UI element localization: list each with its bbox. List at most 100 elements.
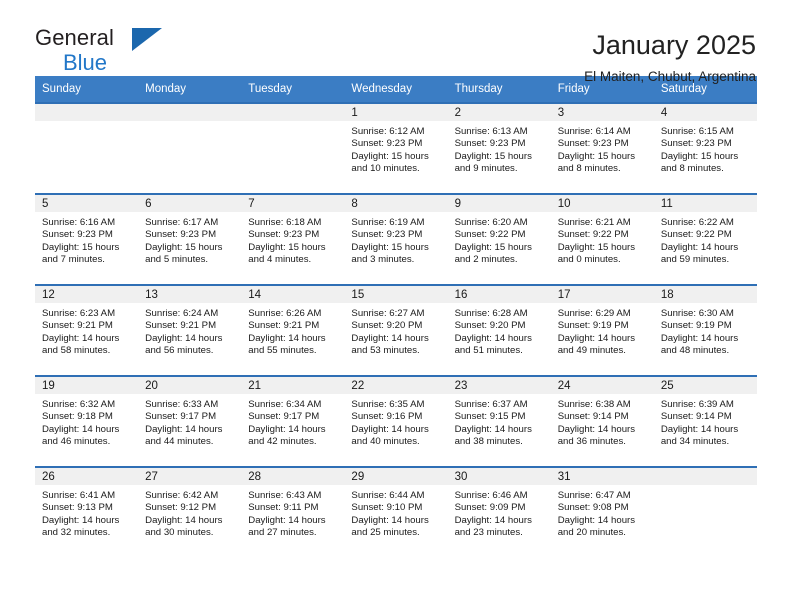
day-cell[interactable]: 5 Sunrise: 6:16 AM Sunset: 9:23 PM Daylight… — [35, 195, 139, 284]
sunset-text: Sunset: 9:19 PM — [660, 320, 732, 332]
day-number: 17 — [550, 286, 654, 303]
week-row: 26 Sunrise: 6:41 AM Sunset: 9:13 PM Dayligh… — [35, 466, 757, 557]
day-cell[interactable]: 8 Sunrise: 6:19 AM Sunset: 9:23 PM Daylight… — [344, 195, 448, 284]
daylight-text-line1: Daylight: 14 hours — [145, 423, 223, 435]
day-cell[interactable]: 28 Sunrise: 6:43 AM Sunset: 9:11 PM Dayligh… — [241, 468, 345, 557]
sunrise-text: Sunrise: 6:18 AM — [248, 217, 322, 228]
sunrise-text: Sunrise: 6:32 AM — [42, 399, 116, 410]
day-details: Sunrise: 6:14 AM Sunset: 9:23 PM Daylight:… — [551, 121, 654, 175]
sunset-text: Sunset: 9:23 PM — [248, 229, 320, 241]
weekday-header-monday: Monday — [145, 83, 187, 95]
day-cell[interactable]: 27 Sunrise: 6:42 AM Sunset: 9:12 PM Dayligh… — [138, 468, 242, 557]
daylight-text-line2: and 7 minutes. — [42, 253, 105, 265]
daylight-text-line2: and 55 minutes. — [248, 344, 317, 356]
day-cell[interactable]: 21 Sunrise: 6:34 AM Sunset: 9:17 PM Dayligh… — [241, 377, 345, 466]
day-details: Sunrise: 6:22 AM Sunset: 9:22 PM Daylight:… — [654, 212, 757, 266]
day-cell[interactable]: 14 Sunrise: 6:26 AM Sunset: 9:21 PM Dayligh… — [241, 286, 345, 375]
day-cell[interactable]: 29 Sunrise: 6:44 AM Sunset: 9:10 PM Dayligh… — [344, 468, 448, 557]
day-cell[interactable]: 10 Sunrise: 6:21 AM Sunset: 9:22 PM Dayligh… — [550, 195, 654, 284]
day-cell[interactable]: 30 Sunrise: 6:46 AM Sunset: 9:09 PM Dayligh… — [447, 468, 551, 557]
day-cell[interactable]: 25 Sunrise: 6:39 AM Sunset: 9:14 PM Dayligh… — [653, 377, 757, 466]
daylight-text-line1: Daylight: 15 hours — [42, 241, 120, 253]
weekday-header-friday: Friday — [557, 83, 590, 95]
daylight-text-line1: Daylight: 14 hours — [557, 332, 636, 344]
sunset-text: Sunset: 9:08 PM — [557, 502, 629, 514]
day-cell[interactable]: 11 Sunrise: 6:22 AM Sunset: 9:22 PM Dayligh… — [653, 195, 757, 284]
day-cell[interactable]: 16 Sunrise: 6:28 AM Sunset: 9:20 PM Dayligh… — [447, 286, 551, 375]
day-cell[interactable]: 23 Sunrise: 6:37 AM Sunset: 9:15 PM Dayligh… — [447, 377, 551, 466]
day-number: 4 — [653, 104, 757, 121]
daylight-text-line1: Daylight: 15 hours — [248, 241, 326, 253]
day-details: Sunrise: 6:38 AM Sunset: 9:14 PM Daylight:… — [551, 394, 654, 448]
daylight-text-line1: Daylight: 14 hours — [557, 423, 636, 435]
day-cell[interactable]: 24 Sunrise: 6:38 AM Sunset: 9:14 PM Dayligh… — [550, 377, 654, 466]
day-cell[interactable]: 2 Sunrise: 6:13 AM Sunset: 9:23 PM Daylight… — [447, 104, 551, 193]
day-number: 29 — [344, 468, 448, 485]
sunset-text: Sunset: 9:19 PM — [557, 320, 629, 332]
daylight-text-line1: Daylight: 14 hours — [351, 332, 429, 344]
day-cell[interactable]: 31 Sunrise: 6:47 AM Sunset: 9:08 PM Dayligh… — [550, 468, 654, 557]
day-cell[interactable]: 1 Sunrise: 6:12 AM Sunset: 9:23 PM Daylight… — [344, 104, 448, 193]
day-cell[interactable]: 9 Sunrise: 6:20 AM Sunset: 9:22 PM Daylight… — [447, 195, 551, 284]
sunset-text: Sunset: 9:21 PM — [42, 320, 113, 332]
day-details: Sunrise: 6:12 AM Sunset: 9:23 PM Daylight:… — [344, 121, 447, 175]
day-number: 10 — [550, 195, 654, 212]
daylight-text-line1: Daylight: 15 hours — [454, 241, 532, 253]
day-details: Sunrise: 6:35 AM Sunset: 9:16 PM Daylight:… — [344, 394, 447, 448]
day-cell[interactable]: 26 Sunrise: 6:41 AM Sunset: 9:13 PM Dayligh… — [35, 468, 139, 557]
day-details: Sunrise: 6:29 AM Sunset: 9:19 PM Daylight:… — [551, 303, 654, 357]
day-cell[interactable]: 19 Sunrise: 6:32 AM Sunset: 9:18 PM Dayligh… — [35, 377, 139, 466]
sunset-text: Sunset: 9:16 PM — [351, 411, 423, 423]
day-cell[interactable]: 15 Sunrise: 6:27 AM Sunset: 9:20 PM Dayligh… — [344, 286, 448, 375]
daylight-text-line1: Daylight: 14 hours — [351, 514, 429, 526]
sunrise-text: Sunrise: 6:30 AM — [660, 308, 734, 319]
daylight-text-line2: and 20 minutes. — [557, 526, 626, 538]
daylight-text-line1: Daylight: 14 hours — [42, 423, 120, 435]
day-number: 9 — [447, 195, 551, 212]
day-cell[interactable]: 20 Sunrise: 6:33 AM Sunset: 9:17 PM Dayligh… — [138, 377, 242, 466]
daylight-text-line2: and 38 minutes. — [454, 435, 523, 447]
day-number: 30 — [447, 468, 551, 485]
day-details: Sunrise: 6:18 AM Sunset: 9:23 PM Daylight:… — [241, 212, 344, 266]
sunset-text: Sunset: 9:23 PM — [660, 138, 732, 150]
sunset-text: Sunset: 9:23 PM — [454, 138, 526, 150]
day-details: Sunrise: 6:23 AM Sunset: 9:21 PM Daylight:… — [35, 303, 138, 357]
day-number: 11 — [653, 195, 757, 212]
sunset-text: Sunset: 9:23 PM — [351, 138, 423, 150]
day-number: 28 — [241, 468, 345, 485]
day-details: Sunrise: 6:26 AM Sunset: 9:21 PM Daylight:… — [241, 303, 344, 357]
daylight-text-line2: and 30 minutes. — [145, 526, 214, 538]
daylight-text-line1: Daylight: 14 hours — [557, 514, 636, 526]
day-details: Sunrise: 6:16 AM Sunset: 9:23 PM Daylight:… — [35, 212, 138, 266]
calendar-grid: Sunday Monday Tuesday Wednesday Thursday… — [35, 76, 757, 557]
sunrise-text: Sunrise: 6:44 AM — [351, 490, 425, 501]
sunrise-text: Sunrise: 6:28 AM — [454, 308, 528, 319]
day-cell[interactable]: 18 Sunrise: 6:30 AM Sunset: 9:19 PM Dayligh… — [653, 286, 757, 375]
daylight-text-line1: Daylight: 14 hours — [660, 241, 739, 253]
day-cell[interactable]: 13 Sunrise: 6:24 AM Sunset: 9:21 PM Dayligh… — [138, 286, 242, 375]
day-details: Sunrise: 6:28 AM Sunset: 9:20 PM Daylight:… — [448, 303, 551, 357]
daylight-text-line1: Daylight: 15 hours — [557, 241, 636, 253]
day-number: 14 — [241, 286, 345, 303]
day-cell[interactable]: 3 Sunrise: 6:14 AM Sunset: 9:23 PM Daylight… — [550, 104, 654, 193]
triangle-icon — [132, 28, 162, 51]
day-details: Sunrise: 6:27 AM Sunset: 9:20 PM Daylight:… — [344, 303, 447, 357]
day-number: 13 — [138, 286, 242, 303]
daylight-text-line1: Daylight: 15 hours — [145, 241, 223, 253]
sunrise-text: Sunrise: 6:41 AM — [42, 490, 116, 501]
day-cell[interactable]: 7 Sunrise: 6:18 AM Sunset: 9:23 PM Daylight… — [241, 195, 345, 284]
day-cell[interactable]: 6 Sunrise: 6:17 AM Sunset: 9:23 PM Daylight… — [138, 195, 242, 284]
day-cell[interactable]: 22 Sunrise: 6:35 AM Sunset: 9:16 PM Dayligh… — [344, 377, 448, 466]
brand-logo[interactable]: General Blue — [35, 27, 165, 75]
daylight-text-line1: Daylight: 15 hours — [660, 150, 739, 162]
sunset-text: Sunset: 9:15 PM — [454, 411, 526, 423]
daylight-text-line1: Daylight: 14 hours — [454, 332, 532, 344]
day-number: 23 — [447, 377, 551, 394]
day-cell[interactable]: 12 Sunrise: 6:23 AM Sunset: 9:21 PM Dayligh… — [35, 286, 139, 375]
day-cell[interactable]: 17 Sunrise: 6:29 AM Sunset: 9:19 PM Dayligh… — [550, 286, 654, 375]
day-number: 6 — [138, 195, 242, 212]
day-details: Sunrise: 6:21 AM Sunset: 9:22 PM Daylight:… — [551, 212, 654, 266]
sunset-text: Sunset: 9:20 PM — [351, 320, 423, 332]
day-cell[interactable]: 4 Sunrise: 6:15 AM Sunset: 9:23 PM Daylight… — [653, 104, 757, 193]
day-details: Sunrise: 6:33 AM Sunset: 9:17 PM Daylight:… — [138, 394, 241, 448]
